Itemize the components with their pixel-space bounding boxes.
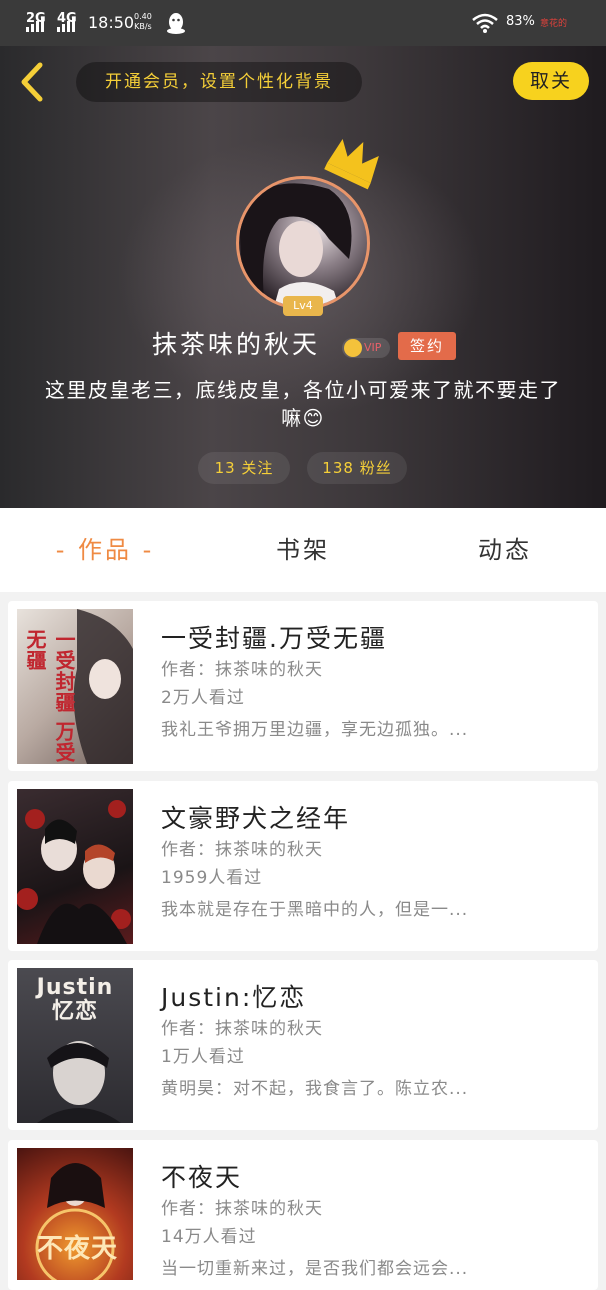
signal-icon: [26, 18, 44, 32]
tab-activity[interactable]: 动态: [420, 508, 590, 592]
vip-badge[interactable]: VIP: [342, 338, 390, 358]
speed-unit: KB/s: [134, 22, 152, 31]
user-nickname: 抹茶味的秋天: [152, 330, 321, 359]
level-badge: Lv4: [283, 296, 323, 316]
qq-icon: [167, 13, 185, 34]
work-author: 作者：抹茶味的秋天: [161, 1199, 323, 1219]
profile-tabs: - 作品 - 书架 动态: [0, 508, 606, 592]
work-description: 我本就是存在于黑暗中的人，但是一...: [161, 900, 469, 920]
book-cover[interactable]: 不夜天: [17, 1148, 133, 1280]
tab-bookshelf[interactable]: 书架: [218, 508, 388, 592]
profile-header: 开通会员，设置个性化背景 取关 Lv4 抹茶味的秋天 VIP 签约 这里皮皇老三…: [0, 46, 606, 508]
work-views: 2万人看过: [161, 688, 245, 708]
wifi-icon: [472, 13, 498, 33]
avatar-container[interactable]: [236, 176, 370, 310]
bio-line-2: 嘛😊: [281, 406, 325, 430]
work-title[interactable]: 不夜天: [161, 1158, 242, 1194]
fans-count[interactable]: 138 粉丝: [307, 452, 407, 484]
signal-icon: [57, 18, 75, 32]
work-title[interactable]: Justin:忆恋: [161, 978, 306, 1014]
book-cover[interactable]: Justin 忆恋: [17, 968, 133, 1123]
carrier-label: 意花的: [540, 19, 568, 29]
vip-promo-banner[interactable]: 开通会员，设置个性化背景: [76, 62, 362, 102]
work-author: 作者：抹茶味的秋天: [161, 840, 323, 860]
crown-icon: [324, 139, 379, 190]
work-title[interactable]: 一受封疆.万受无疆: [161, 619, 387, 655]
work-description: 我礼王爷拥万里边疆，享无边孤独。...: [161, 720, 469, 740]
bio-line-1: 这里皮皇老三，底线皮皇，各位小可爱来了就不要走了: [45, 378, 561, 402]
network-speed: 0.40 KB/s: [134, 12, 152, 32]
work-card[interactable]: 文豪野犬之经年 作者：抹茶味的秋天 1959人看过 我本就是存在于黑暗中的人，但…: [8, 781, 598, 951]
work-description: 当一切重新来过，是否我们都会远会...: [161, 1259, 469, 1279]
user-bio: 这里皮皇老三，底线皮皇，各位小可爱来了就不要走了 嘛😊: [0, 376, 606, 432]
cover-title: 不夜天: [37, 1234, 119, 1264]
signed-author-badge: 签约: [398, 332, 456, 360]
following-count[interactable]: 13 关注: [198, 452, 290, 484]
tab-works[interactable]: - 作品 -: [20, 508, 190, 592]
work-card[interactable]: 不夜天 不夜天 作者：抹茶味的秋天 14万人看过 当一切重新来过，是否我们都会远…: [8, 1140, 598, 1290]
book-cover[interactable]: 一受封疆 万受无疆: [17, 609, 133, 764]
back-chevron-icon[interactable]: [14, 62, 50, 102]
cover-title: Justin 忆恋: [36, 975, 114, 1024]
vip-label: VIP: [364, 341, 382, 354]
avatar: [236, 176, 370, 310]
work-title[interactable]: 文豪野犬之经年: [161, 799, 350, 835]
work-card[interactable]: 一受封疆 万受无疆 一受封疆.万受无疆 作者：抹茶味的秋天 2万人看过 我礼王爷…: [8, 601, 598, 771]
work-views: 1959人看过: [161, 868, 263, 888]
work-author: 作者：抹茶味的秋天: [161, 1019, 323, 1039]
vip-crown-icon: [344, 339, 362, 357]
avatar-illustration: [239, 183, 352, 307]
clock: 18:50: [88, 13, 135, 32]
speed-value: 0.40: [134, 12, 152, 21]
unfollow-button[interactable]: 取关: [513, 62, 589, 100]
cover-title: 一受封疆 万受无疆: [23, 629, 76, 763]
book-cover[interactable]: [17, 789, 133, 944]
work-description: 黄明昊：对不起，我食言了。陈立农...: [161, 1079, 469, 1099]
work-views: 14万人看过: [161, 1227, 257, 1247]
status-bar: 2G 4G 18:50 0.40 KB/s 83% 意花的: [0, 0, 606, 46]
cover-art: [17, 800, 131, 944]
battery-level: 83%: [506, 14, 535, 29]
work-author: 作者：抹茶味的秋天: [161, 660, 323, 680]
work-views: 1万人看过: [161, 1047, 245, 1067]
work-card[interactable]: Justin 忆恋 Justin:忆恋 作者：抹茶味的秋天 1万人看过 黄明昊：…: [8, 960, 598, 1130]
